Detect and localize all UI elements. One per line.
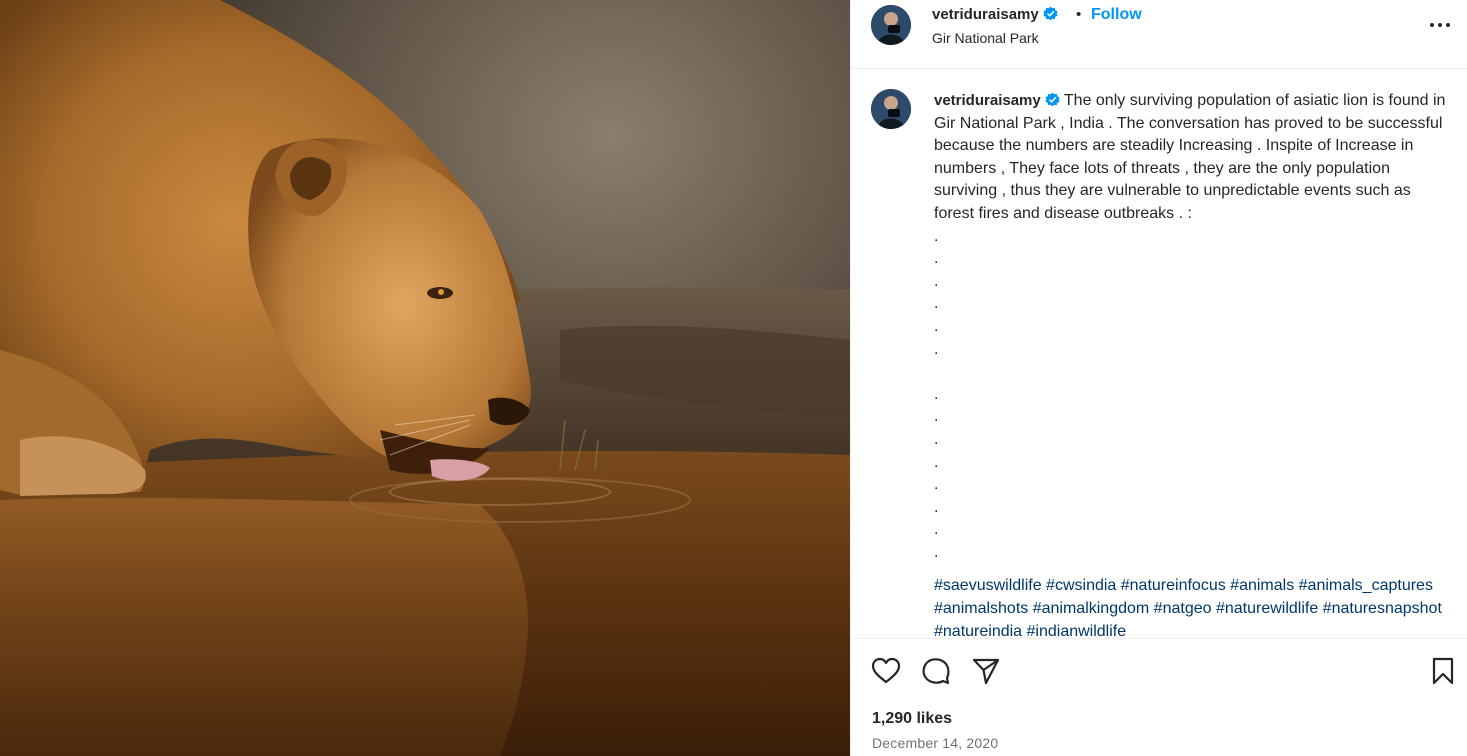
caption-hashtags[interactable]: #saevuswildlife #cwsindia #natureinfocus… (934, 575, 1454, 638)
verified-badge-icon (1045, 92, 1060, 107)
caption-area[interactable]: vetriduraisamy The only surviving popula… (851, 70, 1467, 638)
instagram-post: vetriduraisamy • Follow Gir National Par… (0, 0, 1467, 756)
photographer-avatar-icon (871, 89, 911, 129)
caption-text: The only surviving population of asiatic… (934, 92, 1446, 222)
caption-username[interactable]: vetriduraisamy (934, 92, 1041, 109)
location-link[interactable]: Gir National Park (932, 29, 1039, 47)
follow-button[interactable]: Follow (1091, 5, 1142, 25)
username[interactable]: vetriduraisamy (932, 5, 1058, 25)
lion-drinking-photo (0, 0, 850, 756)
caption: vetriduraisamy The only surviving popula… (934, 90, 1454, 638)
send-icon[interactable] (971, 656, 1001, 686)
caption-avatar[interactable] (871, 89, 911, 129)
avatar[interactable] (871, 5, 911, 45)
comment-icon[interactable] (921, 656, 951, 686)
post-side-panel: vetriduraisamy • Follow Gir National Par… (850, 0, 1467, 756)
verified-badge-icon (1043, 6, 1058, 21)
post-header: vetriduraisamy • Follow Gir National Par… (851, 0, 1467, 69)
heart-icon[interactable] (871, 656, 901, 686)
caption-dots-1: . . . . . . (934, 227, 939, 358)
separator-dot: • (1076, 6, 1082, 23)
post-photo[interactable] (0, 0, 850, 756)
caption-dots-2: . . . . . . . . (934, 385, 939, 561)
likes-count[interactable]: 1,290 likes (872, 709, 952, 729)
username-text[interactable]: vetriduraisamy (932, 6, 1039, 23)
photographer-avatar-icon (871, 5, 911, 45)
post-date[interactable]: December 14, 2020 (872, 734, 998, 752)
post-actions: 1,290 likes December 14, 2020 (851, 638, 1467, 756)
more-options-icon[interactable] (1426, 14, 1454, 36)
bookmark-icon[interactable] (1428, 656, 1458, 686)
